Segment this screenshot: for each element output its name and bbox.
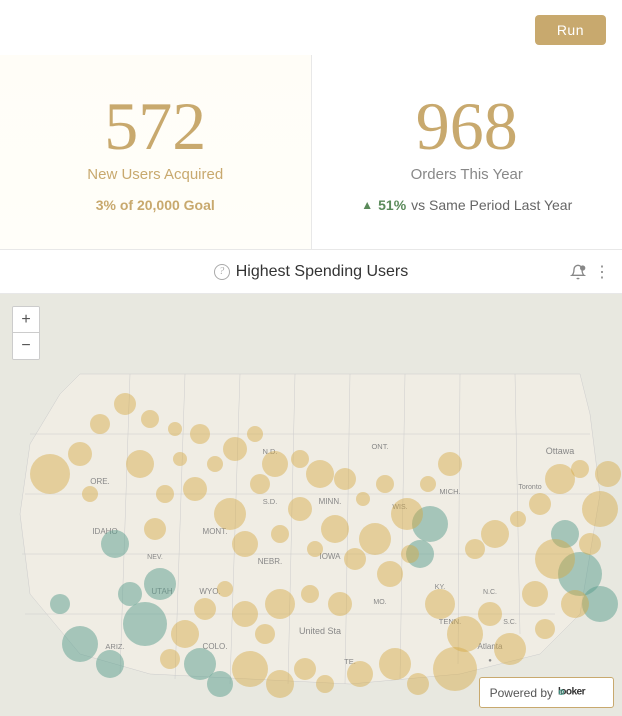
- svg-text:Ottawa: Ottawa: [546, 446, 575, 456]
- svg-text:S.C.: S.C.: [503, 619, 517, 626]
- trend-arrow: ▲: [361, 198, 373, 212]
- map-container: ORE. IDAHO NEV. UTAH MONT. WYO. COLO. AR…: [0, 294, 622, 716]
- map-svg: ORE. IDAHO NEV. UTAH MONT. WYO. COLO. AR…: [0, 294, 622, 716]
- orders-label: Orders This Year: [411, 166, 523, 183]
- svg-text:MICH.: MICH.: [439, 487, 460, 496]
- powered-by-text: Powered by: [490, 686, 553, 700]
- alert-icon[interactable]: +: [570, 264, 586, 280]
- more-options-icon[interactable]: ⋮: [594, 262, 610, 282]
- svg-text:NEBR.: NEBR.: [258, 557, 282, 566]
- svg-text:Toronto: Toronto: [518, 484, 541, 491]
- run-button[interactable]: Run: [535, 15, 606, 45]
- trend-pct: 51%: [378, 197, 406, 213]
- orders-number: 968: [416, 92, 518, 160]
- map-section: ? Highest Spending Users + ⋮: [0, 250, 622, 716]
- header: Run: [0, 0, 622, 55]
- map-title-area: ? Highest Spending Users: [214, 263, 409, 281]
- map-actions: + ⋮: [570, 262, 610, 282]
- orders-comparison: ▲ 51% vs Same Period Last Year: [361, 197, 572, 213]
- zoom-out-button[interactable]: −: [13, 333, 39, 359]
- looker-brand: looker: [558, 683, 603, 702]
- svg-text:United Sta: United Sta: [299, 626, 341, 636]
- users-label: New Users Acquired: [87, 166, 223, 183]
- svg-text:MINN.: MINN.: [319, 497, 342, 506]
- map-header: ? Highest Spending Users + ⋮: [0, 250, 622, 294]
- map-title: Highest Spending Users: [236, 263, 409, 281]
- svg-text:S.D.: S.D.: [263, 497, 278, 506]
- comparison-text: vs Same Period Last Year: [411, 197, 572, 213]
- svg-text:IOWA: IOWA: [319, 552, 341, 561]
- svg-text:MO.: MO.: [373, 599, 386, 606]
- info-icon[interactable]: ?: [214, 264, 230, 280]
- zoom-controls: + −: [12, 306, 40, 360]
- kpi-tile-users: 572 New Users Acquired 3% of 20,000 Goal: [0, 55, 312, 249]
- svg-text:ORE.: ORE.: [90, 477, 110, 486]
- users-sub: 3% of 20,000 Goal: [96, 197, 215, 213]
- kpi-tile-orders: 968 Orders This Year ▲ 51% vs Same Perio…: [312, 55, 622, 249]
- svg-text:ONT.: ONT.: [371, 442, 388, 451]
- svg-text:●: ●: [488, 658, 492, 664]
- svg-text:N.C.: N.C.: [483, 589, 497, 596]
- svg-text:ARIZ.: ARIZ.: [105, 642, 124, 651]
- zoom-in-button[interactable]: +: [13, 307, 39, 333]
- powered-by-badge: Powered by looker: [479, 677, 614, 708]
- users-number: 572: [104, 92, 206, 160]
- svg-text:NEV.: NEV.: [147, 554, 163, 561]
- kpi-row: 572 New Users Acquired 3% of 20,000 Goal…: [0, 55, 622, 250]
